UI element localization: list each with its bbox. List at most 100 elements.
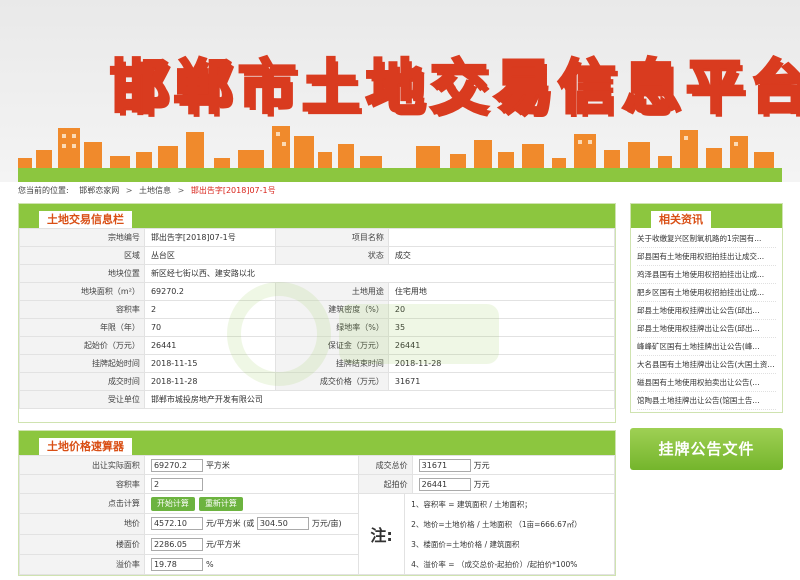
breadcrumb: 您当前的位置: 邯郸恋家网 > 土地信息 > 邯出告字[2018]07-1号 bbox=[18, 186, 276, 195]
land-info-panel: 土地交易信息栏 宗地编号 邯出告字[2018]07-1号 项目名称 区域 丛台区 状态 成交… bbox=[18, 203, 616, 423]
far-input[interactable]: 2 bbox=[150, 477, 203, 491]
area-unit: 平方米 bbox=[205, 460, 230, 470]
table-row: 受让单位 邯郸市城投房地产开发有限公司 bbox=[19, 390, 616, 409]
land-price-mu-output[interactable]: 304.50 bbox=[256, 517, 309, 531]
field-label: 绿地率（%） bbox=[274, 318, 389, 337]
related-news-header: 相关资讯 bbox=[631, 204, 782, 228]
field-value: 邯郸市城投房地产开发有限公司 bbox=[143, 390, 616, 409]
breadcrumb-current: 邯出告字[2018]07-1号 bbox=[190, 186, 276, 195]
start-price-input[interactable]: 26441 bbox=[418, 477, 471, 491]
calculator-header: 土地价格速算器 bbox=[19, 431, 615, 455]
land-price-label: 地价 bbox=[19, 513, 145, 535]
field-value: 26441 bbox=[143, 336, 276, 355]
note-item: 2、地价=土地价格 / 土地面积 （1亩=666.67㎡） bbox=[411, 519, 582, 529]
field-value: 成交 bbox=[387, 246, 616, 265]
header-banner: 邯郸市土地交易信息平台 bbox=[0, 0, 800, 182]
premium-rate-label: 溢价率 bbox=[19, 553, 145, 576]
note-item: 3、楼面价=土地价格 / 建筑面积 bbox=[411, 539, 520, 549]
total-price-unit: 万元 bbox=[473, 460, 490, 470]
start-price-unit: 万元 bbox=[473, 479, 490, 489]
reset-calc-button[interactable]: 重新计算 bbox=[198, 496, 243, 511]
field-label: 建筑密度（%） bbox=[274, 300, 389, 319]
related-news-title: 相关资讯 bbox=[651, 211, 711, 228]
click-calc-label: 点击计算 bbox=[19, 492, 145, 515]
related-news-item[interactable]: 邱县土地使用权挂牌出让公告(邱出... bbox=[637, 302, 776, 320]
premium-rate-unit: % bbox=[205, 559, 214, 569]
listing-notice-file-button[interactable]: 挂牌公告文件 bbox=[630, 428, 783, 470]
note-item: 1、容积率 = 建筑面积 / 土地面积； bbox=[411, 499, 532, 509]
calculator-table: 出让实际面积 69270.2 平方米 成交总价 31671 万元 容积率 2 起拍价… bbox=[19, 455, 616, 576]
field-label: 容积率 bbox=[19, 300, 145, 319]
price-calculator-panel: 土地价格速算器 出让实际面积 69270.2 平方米 成交总价 31671 万元 容… bbox=[18, 430, 616, 576]
land-info-table: 宗地编号 邯出告字[2018]07-1号 项目名称 区域 丛台区 状态 成交 地块位置 新区经七… bbox=[19, 228, 616, 409]
total-price-label: 成交总价 bbox=[358, 455, 413, 475]
note-item: 4、溢价率 = （成交总价-起拍价）/起拍价*100% bbox=[411, 559, 578, 569]
field-value: 2 bbox=[143, 300, 276, 319]
field-value: 2018-11-28 bbox=[387, 354, 616, 373]
field-label: 土地用途 bbox=[274, 282, 389, 301]
table-row: 挂牌起始时间 2018-11-15 挂牌结束时间 2018-11-28 bbox=[19, 354, 616, 373]
total-price-input[interactable]: 31671 bbox=[418, 458, 471, 472]
land-price-output[interactable]: 4572.10 bbox=[150, 517, 203, 531]
field-label: 地块位置 bbox=[19, 264, 145, 283]
calculator-title: 土地价格速算器 bbox=[39, 438, 132, 455]
field-label: 项目名称 bbox=[274, 228, 389, 247]
note-list: 1、容积率 = 建筑面积 / 土地面积； 2、地价=土地价格 / 土地面积 （1… bbox=[404, 494, 613, 574]
field-label: 年限（年） bbox=[19, 318, 145, 337]
related-news-item[interactable]: 邱县土地使用权挂牌出让公告(邱出... bbox=[637, 320, 776, 338]
note-mark: 注: bbox=[370, 526, 393, 545]
field-value: 31671 bbox=[387, 372, 616, 391]
table-row: 宗地编号 邯出告字[2018]07-1号 项目名称 bbox=[19, 228, 616, 247]
field-value: 70 bbox=[143, 318, 276, 337]
field-label: 宗地编号 bbox=[19, 228, 145, 247]
field-label: 起始价（万元） bbox=[19, 336, 145, 355]
related-news-item[interactable]: 关于收缴复兴区制氧机路的1宗国有... bbox=[637, 230, 776, 248]
table-row: 容积率 2 建筑密度（%） 20 bbox=[19, 300, 616, 319]
field-label: 成交价格（万元） bbox=[274, 372, 389, 391]
far-label: 容积率 bbox=[19, 474, 145, 494]
premium-rate-output[interactable]: 19.78 bbox=[150, 557, 203, 571]
related-news-item[interactable]: 大名县国有土地挂牌出让公告(大国土资... bbox=[637, 356, 776, 374]
table-row: 年限（年） 70 绿地率（%） 35 bbox=[19, 318, 616, 337]
field-label: 受让单位 bbox=[19, 390, 145, 409]
related-news-item[interactable]: 磁县国有土地使用权拍卖出让公告(... bbox=[637, 374, 776, 392]
land-price-mu-unit: 万元/亩) bbox=[311, 519, 342, 529]
field-label: 成交时间 bbox=[19, 372, 145, 391]
related-news-item[interactable]: 邱县国有土地使用权招拍挂出让成交... bbox=[637, 248, 776, 266]
field-label: 保证金（万元） bbox=[274, 336, 389, 355]
table-row: 地块面积（m²） 69270.2 土地用途 住宅用地 bbox=[19, 282, 616, 301]
related-news-item[interactable]: 肥乡区国有土地使用权招拍挂出让成... bbox=[637, 284, 776, 302]
field-label: 状态 bbox=[274, 246, 389, 265]
field-value: 26441 bbox=[387, 336, 616, 355]
site-title: 邯郸市土地交易信息平台 bbox=[108, 52, 800, 123]
related-news-panel: 相关资讯 关于收缴复兴区制氧机路的1宗国有... 邱县国有土地使用权招拍挂出让成交… bbox=[630, 203, 783, 413]
field-value: 2018-11-28 bbox=[143, 372, 276, 391]
field-label: 挂牌起始时间 bbox=[19, 354, 145, 373]
land-info-title: 土地交易信息栏 bbox=[39, 211, 132, 228]
grass-strip bbox=[18, 168, 782, 182]
field-label: 区域 bbox=[19, 246, 145, 265]
related-news-item[interactable]: 峰峰矿区国有土地挂牌出让公告(峰... bbox=[637, 338, 776, 356]
start-price-label: 起拍价 bbox=[358, 474, 413, 494]
start-calc-button[interactable]: 开始计算 bbox=[150, 496, 195, 511]
field-value: 20 bbox=[387, 300, 616, 319]
related-news-list: 关于收缴复兴区制氧机路的1宗国有... 邱县国有土地使用权招拍挂出让成交... 鸡泽… bbox=[631, 228, 782, 412]
field-value: 69270.2 bbox=[143, 282, 276, 301]
field-value: 住宅用地 bbox=[387, 282, 616, 301]
related-news-item[interactable]: 鸡泽县国有土地使用权招拍挂出让成... bbox=[637, 266, 776, 284]
field-value: 35 bbox=[387, 318, 616, 337]
breadcrumb-prefix: 您当前的位置: bbox=[18, 186, 69, 195]
breadcrumb-home-link[interactable]: 邯郸恋家网 bbox=[79, 186, 119, 195]
field-value: 新区经七街以西、建安路以北 bbox=[143, 264, 616, 283]
table-row: 区域 丛台区 状态 成交 bbox=[19, 246, 616, 265]
area-input[interactable]: 69270.2 bbox=[150, 458, 203, 472]
area-label: 出让实际面积 bbox=[19, 455, 145, 475]
formula-notes: 注: 1、容积率 = 建筑面积 / 土地面积； 2、地价=土地价格 / 土地面积… bbox=[358, 493, 615, 575]
table-row: 地块位置 新区经七街以西、建安路以北 bbox=[19, 264, 616, 283]
floor-price-output[interactable]: 2286.05 bbox=[150, 537, 203, 551]
related-news-item[interactable]: 馆陶县土地挂牌出让公告(馆国土告... bbox=[637, 392, 776, 410]
field-label: 地块面积（m²） bbox=[19, 282, 145, 301]
field-value: 2018-11-15 bbox=[143, 354, 276, 373]
floor-price-label: 楼面价 bbox=[19, 533, 145, 555]
breadcrumb-land-info-link[interactable]: 土地信息 bbox=[139, 186, 171, 195]
